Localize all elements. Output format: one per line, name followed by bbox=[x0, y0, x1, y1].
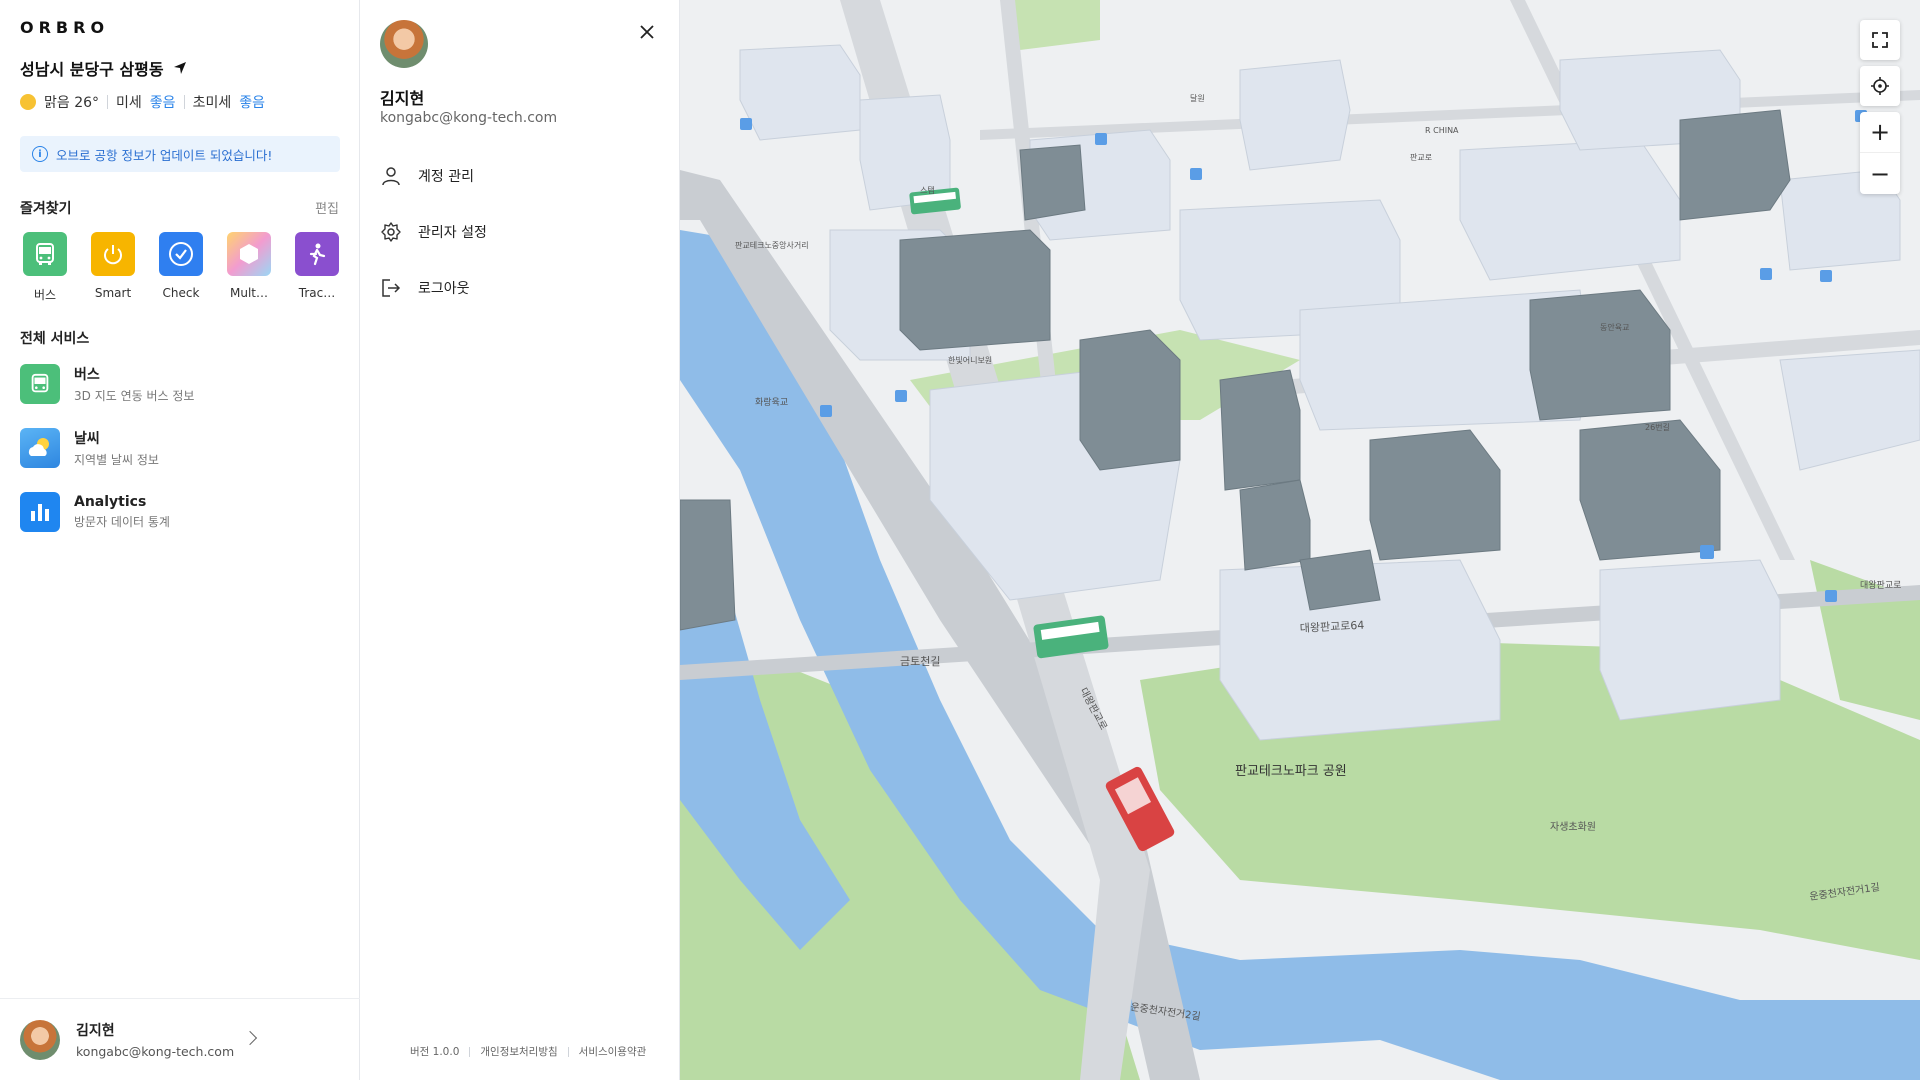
menu-item-label: 계정 관리 bbox=[418, 169, 474, 185]
map-label: 달원 bbox=[1190, 94, 1205, 103]
my-location-button[interactable] bbox=[1860, 66, 1900, 106]
cube-icon bbox=[227, 232, 271, 276]
menu-item-account[interactable]: 계정 관리 bbox=[380, 158, 660, 194]
logout-icon bbox=[382, 279, 401, 297]
user-email: kongabc@kong-tech.com bbox=[76, 1044, 235, 1059]
favorite-label: Check bbox=[162, 286, 200, 300]
zoom-in-button[interactable]: + bbox=[1860, 112, 1900, 153]
map-view[interactable]: 판교테크노파크 공원 대왕판교로64 금토천길 자생초화원 운중천자전거1길 운… bbox=[680, 0, 1920, 1080]
services-title: 전체 서비스 bbox=[20, 331, 90, 347]
terms-link[interactable]: 서비스이용약관 bbox=[579, 1044, 647, 1059]
favorite-smart[interactable]: Smart bbox=[88, 232, 138, 303]
divider bbox=[567, 1046, 569, 1057]
service-desc: 3D 지도 연동 버스 정보 bbox=[74, 389, 195, 403]
service-item-analytics[interactable]: Analytics 방문자 데이터 통계 bbox=[20, 490, 340, 534]
fullscreen-icon bbox=[1872, 32, 1888, 48]
privacy-link[interactable]: 개인정보처리방침 bbox=[480, 1044, 557, 1059]
map-label: 판교테크노중앙사거리 bbox=[735, 240, 809, 250]
service-desc: 방문자 데이터 통계 bbox=[74, 515, 170, 529]
zoom-out-button[interactable]: − bbox=[1860, 153, 1900, 194]
service-name: Analytics bbox=[74, 494, 147, 510]
close-icon[interactable] bbox=[637, 22, 657, 42]
weather-summary: 맑음 26° 미세 좋음 초미세 좋음 bbox=[20, 92, 265, 112]
user-profile-button[interactable]: 김지현 kongabc@kong-tech.com bbox=[0, 998, 360, 1080]
favorites-list: 버스 Smart Check Mult… Trac… bbox=[20, 232, 342, 303]
map-label: 대왕판교로 bbox=[1860, 580, 1901, 591]
map-label: 한빛어니보원 bbox=[948, 355, 992, 365]
service-name: 버스 bbox=[74, 367, 100, 383]
info-icon: i bbox=[32, 146, 48, 162]
favorite-label: Smart bbox=[94, 286, 132, 300]
favorite-label: 버스 bbox=[33, 288, 57, 302]
notice-banner[interactable]: i 오브로 공항 정보가 업데이트 되었습니다! bbox=[20, 136, 340, 172]
analytics-icon bbox=[20, 492, 60, 532]
divider bbox=[469, 1046, 471, 1057]
walk-icon bbox=[295, 232, 339, 276]
location-arrow-icon bbox=[173, 62, 186, 74]
map-label: 동안육교 bbox=[1600, 322, 1629, 332]
profile-panel: 김지현 kongabc@kong-tech.com 계정 관리 관리자 설정 로… bbox=[360, 0, 680, 1080]
weather-condition: 맑음 26° bbox=[44, 95, 100, 111]
chevron-right-icon bbox=[242, 1030, 258, 1046]
fine-dust-label: 미세 bbox=[116, 95, 142, 111]
zoom-controls: + − bbox=[1860, 112, 1900, 194]
bus-icon bbox=[23, 232, 67, 276]
map-label: 26번길 bbox=[1645, 423, 1670, 432]
favorite-multi[interactable]: Mult… bbox=[224, 232, 274, 303]
divider bbox=[183, 95, 185, 109]
service-item-bus[interactable]: 버스 3D 지도 연동 버스 정보 bbox=[20, 362, 340, 406]
sun-icon bbox=[20, 94, 36, 110]
favorite-label: Mult… bbox=[230, 286, 268, 300]
ultra-fine-dust-label: 초미세 bbox=[192, 95, 232, 111]
sidebar: ORBRO 성남시 분당구 삼평동 맑음 26° 미세 좋음 초미세 좋음 i … bbox=[0, 0, 360, 1080]
fine-dust-value: 좋음 bbox=[149, 95, 176, 111]
map-label: 화랑육교 bbox=[755, 396, 788, 408]
ultra-fine-dust-value: 좋음 bbox=[239, 95, 265, 111]
power-icon bbox=[91, 232, 135, 276]
service-name: 날씨 bbox=[74, 431, 100, 447]
menu-item-admin-settings[interactable]: 관리자 설정 bbox=[380, 214, 660, 250]
divider bbox=[107, 95, 109, 109]
map-label: 판교로 bbox=[1410, 153, 1432, 162]
menu-item-label: 로그아웃 bbox=[418, 281, 470, 297]
panel-user-email: kongabc@kong-tech.com bbox=[380, 110, 558, 126]
favorite-check[interactable]: Check bbox=[156, 232, 206, 303]
user-icon bbox=[382, 167, 400, 186]
map-label: R CHINA bbox=[1425, 126, 1459, 135]
weather-icon bbox=[20, 428, 60, 468]
panel-user-name: 김지현 bbox=[380, 89, 425, 108]
footer-links: 버전 1.0.0 개인정보처리방침 서비스이용약관 bbox=[410, 1044, 646, 1059]
map-label: 스탬 bbox=[920, 185, 935, 195]
favorites-edit-button[interactable]: 편집 bbox=[315, 198, 339, 217]
map-label: 자생초화원 bbox=[1550, 821, 1596, 833]
favorites-title: 즐겨찾기 bbox=[20, 201, 72, 217]
avatar bbox=[380, 20, 428, 68]
location-selector[interactable]: 성남시 분당구 삼평동 bbox=[20, 56, 188, 80]
map-canvas[interactable]: 판교테크노파크 공원 대왕판교로64 금토천길 자생초화원 운중천자전거1길 운… bbox=[680, 0, 1920, 1080]
user-name: 김지현 bbox=[76, 1023, 115, 1039]
avatar bbox=[20, 1019, 60, 1060]
location-name: 성남시 분당구 삼평동 bbox=[20, 60, 164, 79]
menu-item-logout[interactable]: 로그아웃 bbox=[380, 270, 660, 306]
favorite-bus[interactable]: 버스 bbox=[20, 232, 70, 303]
map-label: 판교테크노파크 공원 bbox=[1235, 764, 1347, 779]
brand-logo[interactable]: ORBRO bbox=[20, 18, 109, 37]
check-circle-icon bbox=[159, 232, 203, 276]
menu-item-label: 관리자 설정 bbox=[418, 225, 487, 241]
service-item-weather[interactable]: 날씨 지역별 날씨 정보 bbox=[20, 426, 340, 470]
fullscreen-button[interactable] bbox=[1860, 20, 1900, 60]
crosshair-icon bbox=[1871, 77, 1889, 95]
map-label: 금토천길 bbox=[900, 654, 940, 668]
bus-icon bbox=[20, 364, 60, 404]
favorite-tracking[interactable]: Trac… bbox=[292, 232, 342, 303]
gear-icon bbox=[381, 222, 401, 242]
version-text: 버전 1.0.0 bbox=[410, 1046, 460, 1058]
favorite-label: Trac… bbox=[298, 286, 336, 300]
service-desc: 지역별 날씨 정보 bbox=[74, 453, 159, 467]
notice-text: 오브로 공항 정보가 업데이트 되었습니다! bbox=[56, 147, 273, 163]
